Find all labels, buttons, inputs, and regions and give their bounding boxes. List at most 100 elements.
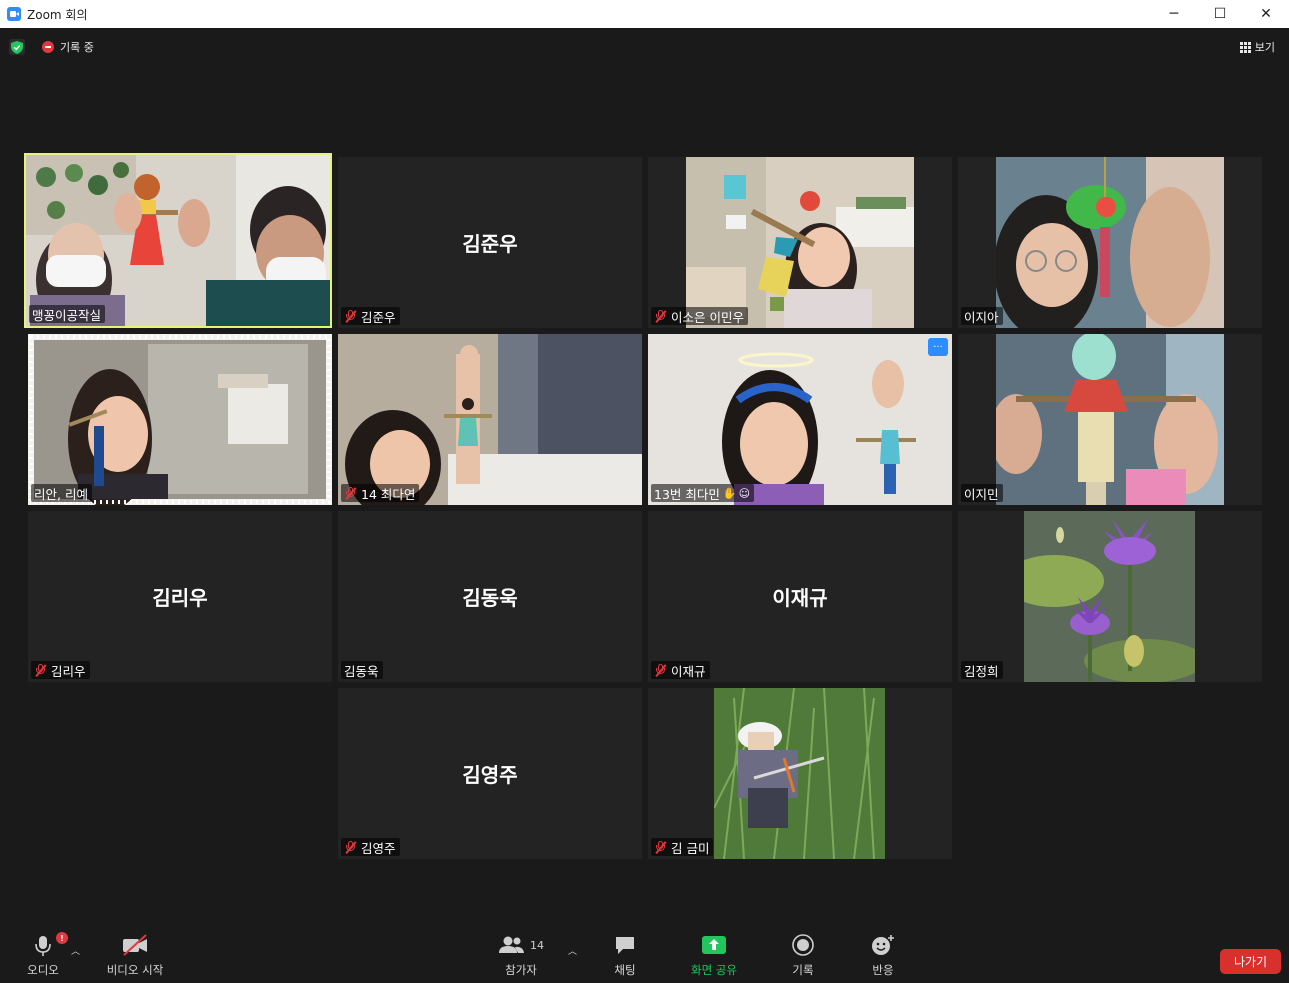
reaction-icon: ☺ <box>738 486 751 500</box>
chat-button[interactable]: 채팅 <box>608 930 642 978</box>
participant-name: 14 최다연 <box>361 486 416 502</box>
leave-meeting-button[interactable]: 나가기 <box>1220 949 1281 974</box>
participant-name: 이지아 <box>964 309 999 325</box>
video-tile[interactable]: ··· 13번 최다민 ✋ ☺ <box>648 334 952 505</box>
participant-display-name: 김영주 <box>462 763 518 787</box>
minimize-button[interactable]: ─ <box>1151 0 1197 28</box>
video-tile[interactable]: 김영주 김영주 <box>338 688 642 859</box>
audio-button[interactable]: ! 오디오 <box>22 930 68 978</box>
more-options-button[interactable]: ··· <box>928 338 948 356</box>
video-label: 비디오 시작 <box>106 963 164 977</box>
share-screen-label: 화면 공유 <box>691 963 737 977</box>
view-label: 보기 <box>1254 41 1275 54</box>
record-button[interactable]: 기록 <box>788 930 818 978</box>
meeting-toolbar: ! 오디오 ︿ 비디오 시작 14 참가자 ︿ 채팅 화면 공유 기록 반응 <box>0 930 1289 983</box>
participant-name-tag: 리안, 리예 <box>31 484 92 502</box>
participant-name: 맹꽁이공작실 <box>32 307 102 323</box>
recording-indicator[interactable]: 기록 중 <box>36 37 100 57</box>
participant-video <box>338 334 642 505</box>
audio-alert-badge: ! <box>56 932 68 944</box>
participant-name: 이지민 <box>964 486 999 502</box>
participant-video <box>28 334 332 505</box>
participant-video <box>714 688 885 859</box>
participant-name: 이소은 이민우 <box>671 309 744 325</box>
video-off-icon <box>121 930 149 960</box>
participant-name: 김동욱 <box>344 663 379 679</box>
meeting-top-bar: 기록 중 보기 <box>0 28 1289 68</box>
video-tile[interactable]: 김리우 김리우 <box>28 511 332 682</box>
share-screen-icon <box>702 930 726 960</box>
muted-mic-icon <box>344 486 357 500</box>
participant-name: 김 금미 <box>671 840 710 856</box>
participant-name: 김리우 <box>51 663 86 679</box>
participant-name-tag: 맹꽁이공작실 <box>29 305 106 323</box>
zoom-app-icon <box>7 7 21 21</box>
video-tile[interactable]: 김 금미 <box>648 688 952 859</box>
video-tile[interactable]: 이소은 이민우 <box>648 157 952 328</box>
participant-video <box>648 334 952 505</box>
participant-video <box>26 155 330 326</box>
muted-mic-icon <box>34 663 47 677</box>
video-tile[interactable]: 이재규 이재규 <box>648 511 952 682</box>
video-tile[interactable]: 맹꽁이공작실 <box>24 153 332 328</box>
chat-icon <box>614 930 636 960</box>
participants-count: 14 <box>530 938 544 952</box>
video-tile[interactable]: 리안, 리예 <box>28 334 332 505</box>
recording-label: 기록 중 <box>60 41 94 54</box>
reactions-label: 반응 <box>872 963 894 977</box>
audio-options-chevron-icon[interactable]: ︿ <box>71 944 80 957</box>
participant-name: 김정희 <box>964 663 999 679</box>
participant-name: 리안, 리예 <box>34 486 88 502</box>
grid-view-icon <box>1239 41 1251 53</box>
participant-name-tag: 이재규 <box>651 661 710 679</box>
audio-label: 오디오 <box>27 963 59 977</box>
participants-button[interactable]: 14 참가자 <box>498 930 544 978</box>
participant-display-name: 김리우 <box>152 586 208 610</box>
record-label: 기록 <box>792 963 814 977</box>
participant-name: 이재규 <box>671 663 706 679</box>
maximize-button[interactable]: ☐ <box>1197 0 1243 28</box>
window-title: Zoom 회의 <box>27 7 88 22</box>
view-button[interactable]: 보기 <box>1236 37 1279 57</box>
participant-name: 김준우 <box>361 309 396 325</box>
window-controls: ─ ☐ ✕ <box>1151 0 1289 28</box>
share-screen-button[interactable]: 화면 공유 <box>686 930 742 978</box>
participant-name-tag: 이지아 <box>961 307 1003 325</box>
participant-name-tag: 김동욱 <box>341 661 383 679</box>
video-tile[interactable]: 김정희 <box>958 511 1262 682</box>
video-tile[interactable]: 이지민 <box>958 334 1262 505</box>
participant-video <box>686 157 914 328</box>
participant-name-tag: 이소은 이민우 <box>651 307 748 325</box>
security-shield-icon[interactable] <box>9 39 25 55</box>
participant-name-tag: 김영주 <box>341 838 400 856</box>
participant-name-tag: 김정희 <box>961 661 1003 679</box>
participant-name-tag: 김 금미 <box>651 838 714 856</box>
participants-options-chevron-icon[interactable]: ︿ <box>568 944 577 957</box>
muted-mic-icon <box>344 309 357 323</box>
participant-name-tag: 김준우 <box>341 307 400 325</box>
close-button[interactable]: ✕ <box>1243 0 1289 28</box>
title-bar: Zoom 회의 ─ ☐ ✕ <box>0 0 1289 28</box>
participant-name: 13번 최다민 <box>654 486 720 502</box>
video-tile[interactable]: 김준우 김준우 <box>338 157 642 328</box>
participant-video <box>996 157 1224 328</box>
participants-icon: 14 <box>498 930 544 960</box>
video-tile[interactable]: 14 최다연 <box>338 334 642 505</box>
microphone-icon: ! <box>34 930 68 960</box>
participant-name-tag: 13번 최다민 ✋ ☺ <box>651 484 755 502</box>
participant-video <box>1024 511 1195 682</box>
participant-name-tag: 김리우 <box>31 661 90 679</box>
muted-mic-icon <box>654 663 667 677</box>
muted-mic-icon <box>654 840 667 854</box>
participant-video <box>996 334 1224 505</box>
participant-name-tag: 이지민 <box>961 484 1003 502</box>
participant-display-name: 김준우 <box>462 232 518 256</box>
start-video-button[interactable]: 비디오 시작 <box>102 930 168 978</box>
participant-display-name: 이재규 <box>772 586 828 610</box>
record-icon <box>792 930 814 960</box>
muted-mic-icon <box>654 309 667 323</box>
reactions-button[interactable]: 반응 <box>868 930 898 978</box>
video-tile[interactable]: 김동욱 김동욱 <box>338 511 642 682</box>
muted-mic-icon <box>344 840 357 854</box>
video-tile[interactable]: 이지아 <box>958 157 1262 328</box>
